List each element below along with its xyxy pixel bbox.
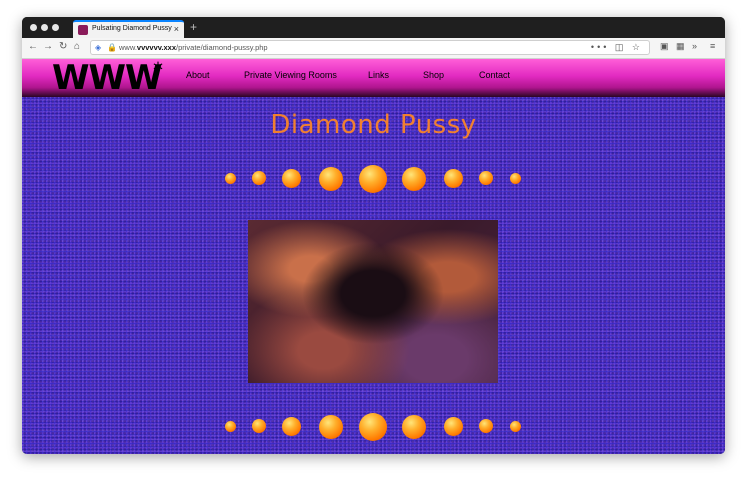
home-icon[interactable]: ⌂ bbox=[74, 41, 80, 52]
insecure-lock-icon[interactable]: 🔒 bbox=[107, 43, 117, 52]
nav-link-links[interactable]: Links bbox=[368, 70, 389, 80]
forward-icon[interactable]: → bbox=[43, 41, 53, 52]
overflow-icon[interactable]: » bbox=[692, 41, 697, 51]
reload-icon[interactable]: ↻ bbox=[59, 41, 67, 52]
orb-icon bbox=[319, 167, 343, 191]
orb-icon bbox=[225, 421, 236, 432]
orb-icon bbox=[252, 419, 266, 433]
site-header: WWW * About Private Viewing Rooms Links … bbox=[22, 59, 725, 97]
nav-link-about[interactable]: About bbox=[186, 70, 210, 80]
browser-tab[interactable]: Pulsating Diamond Pussy × bbox=[73, 20, 184, 38]
tab-close-icon[interactable]: × bbox=[174, 24, 179, 34]
tab-title: Pulsating Diamond Pussy bbox=[92, 25, 172, 32]
favicon-icon bbox=[78, 25, 88, 35]
orb-icon bbox=[282, 417, 301, 436]
site-logo-star: * bbox=[153, 59, 163, 82]
orb-icon bbox=[444, 169, 463, 188]
web-page: WWW * About Private Viewing Rooms Links … bbox=[22, 59, 725, 454]
orb-icon bbox=[359, 165, 387, 193]
minimize-window-button[interactable] bbox=[41, 24, 48, 31]
page-title: Diamond Pussy bbox=[270, 110, 477, 140]
navigation-toolbar: ← → ↻ ⌂ ◈ 🔒 www.vvvvvv.xxx/private/diamo… bbox=[22, 38, 725, 59]
bookmark-star-icon[interactable]: ☆ bbox=[632, 42, 643, 52]
site-logo[interactable]: WWW bbox=[52, 61, 163, 95]
orb-icon bbox=[252, 171, 266, 185]
new-tab-button[interactable]: + bbox=[190, 20, 197, 34]
orb-icon bbox=[225, 173, 236, 184]
nav-link-shop[interactable]: Shop bbox=[423, 70, 444, 80]
video-animation[interactable] bbox=[248, 220, 498, 383]
page-actions[interactable]: ••• ◫ ☆ bbox=[591, 42, 643, 53]
address-bar[interactable]: ◈ 🔒 www.vvvvvv.xxx/private/diamond-pussy… bbox=[90, 40, 650, 55]
orb-icon bbox=[444, 417, 463, 436]
extension-icon[interactable]: ▦ bbox=[676, 41, 685, 52]
orb-icon bbox=[319, 415, 343, 439]
menu-icon[interactable]: ≡ bbox=[710, 41, 715, 51]
pocket-icon[interactable]: ◫ bbox=[615, 42, 627, 52]
back-icon[interactable]: ← bbox=[28, 41, 38, 52]
orb-icon bbox=[510, 173, 521, 184]
nav-link-contact[interactable]: Contact bbox=[479, 70, 510, 80]
close-window-button[interactable] bbox=[30, 24, 37, 31]
orb-icon bbox=[402, 167, 426, 191]
orb-icon bbox=[359, 413, 387, 441]
tracking-shield-icon[interactable]: ◈ bbox=[95, 43, 101, 52]
orb-icon bbox=[479, 419, 493, 433]
title-bar: Pulsating Diamond Pussy × + bbox=[22, 17, 725, 38]
orb-icon bbox=[402, 415, 426, 439]
orb-icon bbox=[282, 169, 301, 188]
orb-icon bbox=[479, 171, 493, 185]
url-text[interactable]: www.vvvvvv.xxx/private/diamond-pussy.php bbox=[119, 43, 268, 52]
orb-icon bbox=[510, 421, 521, 432]
browser-window: Pulsating Diamond Pussy × + ← → ↻ ⌂ ◈ 🔒 … bbox=[22, 17, 725, 454]
nav-link-private-viewing-rooms[interactable]: Private Viewing Rooms bbox=[244, 70, 337, 80]
sync-icon[interactable]: ▣ bbox=[660, 41, 669, 52]
more-actions-icon[interactable]: ••• bbox=[591, 42, 609, 52]
maximize-window-button[interactable] bbox=[52, 24, 59, 31]
